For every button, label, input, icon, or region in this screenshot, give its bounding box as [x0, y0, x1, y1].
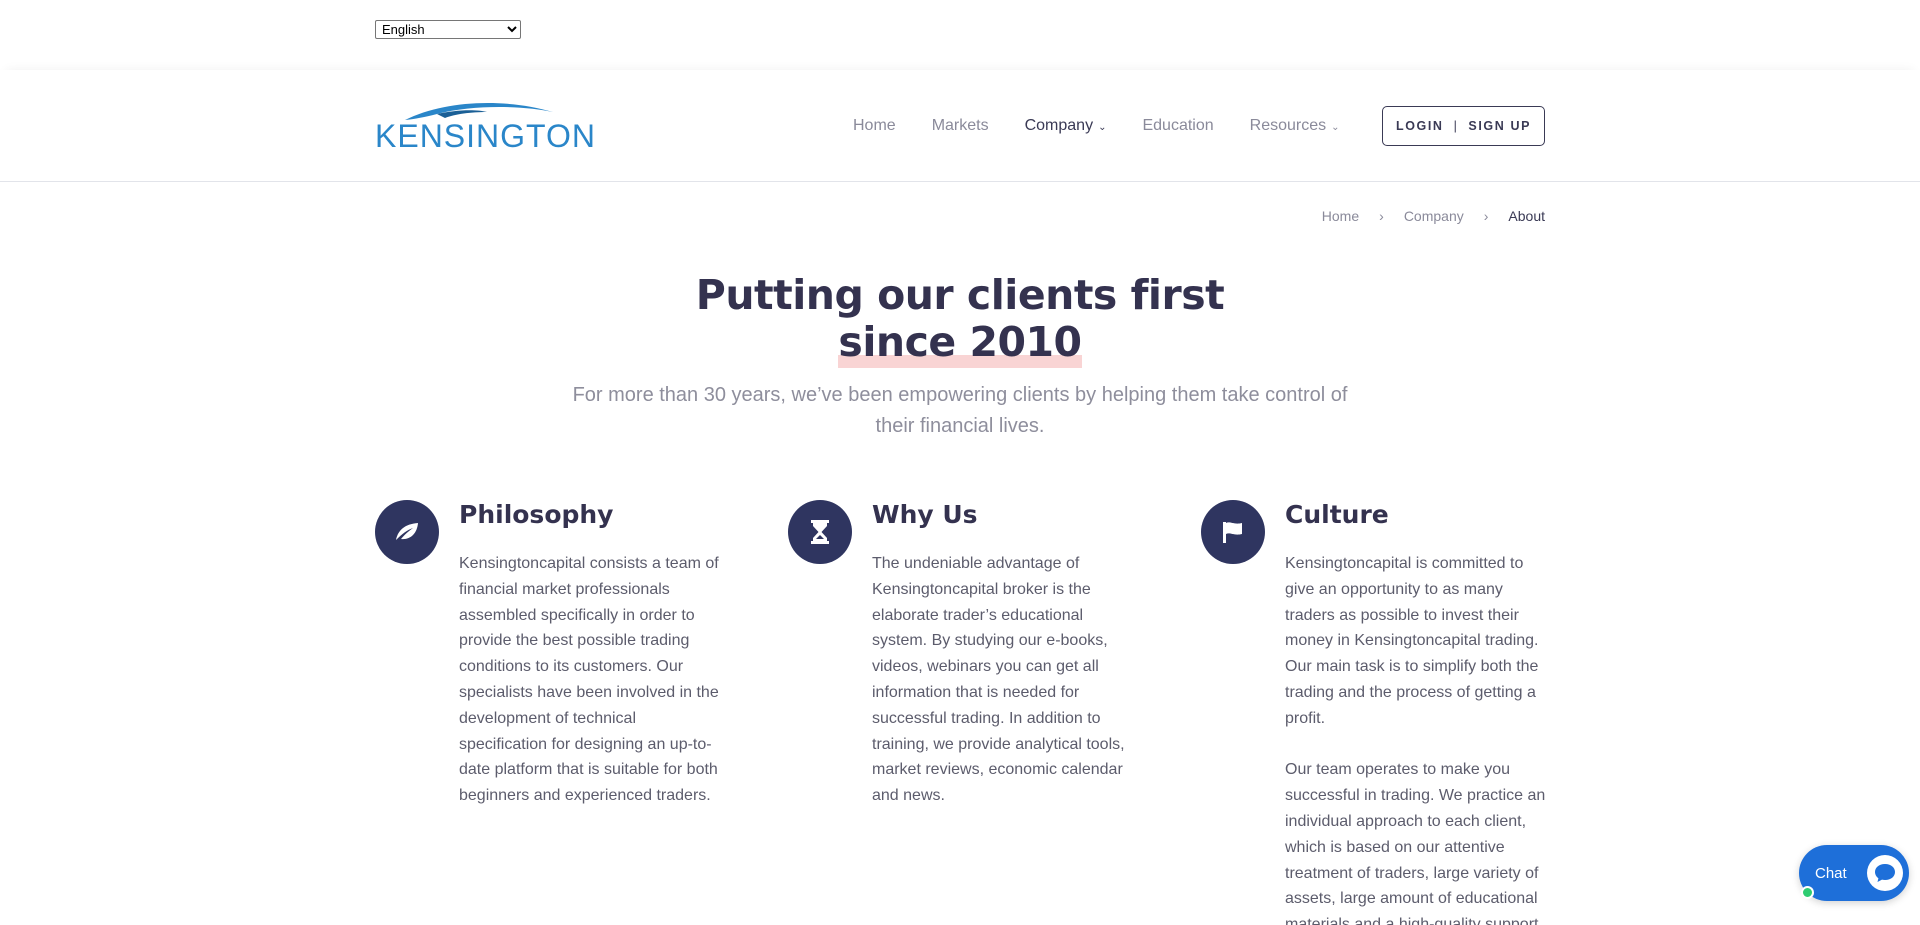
- feature-body: The undeniable advantage of Kensingtonca…: [872, 551, 1137, 809]
- nav-education-label: Education: [1142, 117, 1214, 134]
- online-status-dot: [1801, 886, 1814, 899]
- nav-links: Home Markets Company ⌄ Education Resourc…: [853, 117, 1376, 135]
- breadcrumb-home[interactable]: Home: [1322, 208, 1359, 224]
- feature-body: Kensingtoncapital consists a team of fin…: [459, 551, 724, 809]
- chat-button[interactable]: Chat: [1799, 845, 1909, 901]
- nav-home-label: Home: [853, 117, 896, 134]
- nav-markets[interactable]: Markets: [932, 117, 989, 135]
- logo-text: KENSINGTON: [375, 118, 596, 154]
- chevron-down-icon: ⌄: [1331, 122, 1340, 133]
- main-navbar: KENSINGTON Home Markets Company ⌄ Educat…: [0, 70, 1920, 182]
- title-line-2-highlight: since 2010: [838, 318, 1082, 368]
- chat-label: Chat: [1815, 864, 1847, 882]
- breadcrumb-about: About: [1508, 208, 1545, 224]
- language-select[interactable]: English: [375, 20, 521, 39]
- nav-home[interactable]: Home: [853, 117, 896, 135]
- breadcrumb: Home › Company › About: [1322, 208, 1545, 224]
- feature-body: Kensingtoncapital is committed to give a…: [1285, 551, 1550, 925]
- page-title: Putting our clients first since 2010: [0, 271, 1920, 368]
- login-signup-button[interactable]: LOGIN | SIGN UP: [1382, 106, 1545, 146]
- kensington-logo[interactable]: KENSINGTON: [375, 98, 595, 154]
- login-link[interactable]: LOGIN: [1396, 119, 1444, 133]
- feature-paragraph: Kensingtoncapital is committed to give a…: [1285, 555, 1539, 727]
- nav-company[interactable]: Company ⌄: [1025, 117, 1107, 135]
- nav-markets-label: Markets: [931, 117, 989, 134]
- feature-paragraph: Our team operates to make you successful…: [1285, 761, 1546, 925]
- nav-resources[interactable]: Resources ⌄: [1250, 117, 1340, 135]
- feature-title: Why Us: [872, 500, 978, 529]
- auth-separator: |: [1453, 119, 1459, 133]
- chevron-right-icon: ›: [1379, 208, 1384, 224]
- title-line-1: Putting our clients first: [695, 271, 1225, 319]
- feature-paragraph: Kensingtoncapital consists a team of fin…: [459, 555, 719, 805]
- page-subtitle: For more than 30 years, we’ve been empow…: [572, 384, 1348, 437]
- leaf-icon: [375, 500, 439, 564]
- nav-resources-label: Resources: [1249, 117, 1327, 134]
- flag-icon: [1201, 500, 1265, 564]
- feature-paragraph: The undeniable advantage of Kensingtonca…: [872, 555, 1125, 805]
- nav-education[interactable]: Education: [1142, 117, 1213, 135]
- signup-link[interactable]: SIGN UP: [1468, 119, 1531, 133]
- chat-bubble-icon: [1867, 855, 1903, 891]
- chevron-right-icon: ›: [1483, 208, 1489, 224]
- chevron-down-icon: ⌄: [1098, 122, 1107, 133]
- breadcrumb-company[interactable]: Company: [1404, 208, 1464, 224]
- feature-title: Culture: [1285, 500, 1389, 529]
- feature-title: Philosophy: [459, 500, 614, 529]
- nav-company-label: Company: [1024, 117, 1094, 134]
- top-bar: English: [0, 0, 1920, 70]
- hourglass-icon: [788, 500, 852, 564]
